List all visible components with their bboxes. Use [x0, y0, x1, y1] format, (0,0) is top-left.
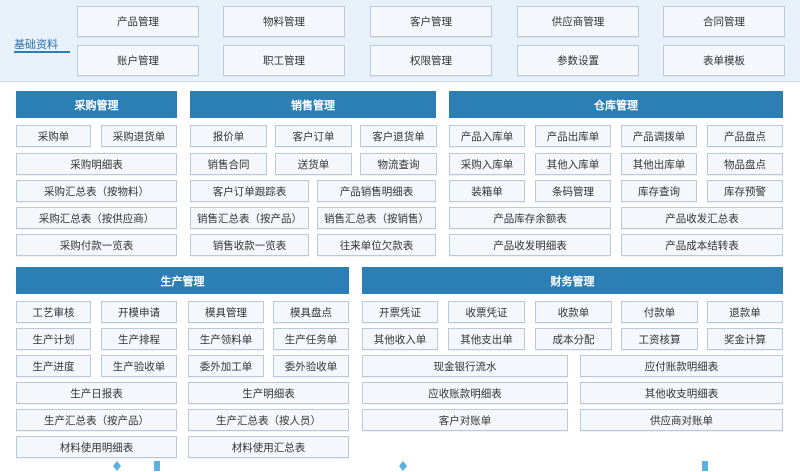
basic-permission-button[interactable]: 权限管理	[370, 45, 492, 76]
production-task-button[interactable]: 生产任务单	[273, 328, 349, 350]
basic-params-button[interactable]: 参数设置	[517, 45, 639, 76]
production-mold-request-button[interactable]: 开模申请	[101, 301, 177, 323]
finance-receivable-button[interactable]: 应收账款明细表	[362, 382, 568, 404]
warehouse-stock-query-button[interactable]: 库存查询	[621, 180, 697, 202]
purchase-summary-supplier-button[interactable]: 采购汇总表（按供应商）	[16, 207, 177, 229]
warehouse-product-in-button[interactable]: 产品入库单	[449, 125, 525, 147]
sales-customer-return-button[interactable]: 客户退货单	[360, 125, 437, 147]
purchase-payment-button[interactable]: 采购付款一览表	[16, 234, 177, 256]
warehouse-header: 仓库管理	[449, 91, 783, 118]
purchase-header: 采购管理	[16, 91, 177, 118]
warehouse-transfer-button[interactable]: 产品调拨单	[621, 125, 697, 147]
sales-quote-button[interactable]: 报价单	[190, 125, 267, 147]
production-material-detail-button[interactable]: 材料使用明细表	[16, 436, 177, 458]
warehouse-packing-button[interactable]: 装箱单	[449, 180, 525, 202]
warehouse-other-in-button[interactable]: 其他入库单	[535, 153, 611, 175]
production-schedule-button[interactable]: 生产排程	[101, 328, 177, 350]
production-daily-report-button[interactable]: 生产日报表	[16, 382, 177, 404]
warehouse-other-out-button[interactable]: 其他出库单	[621, 153, 697, 175]
sales-receipt-button[interactable]: 销售收款一览表	[190, 234, 309, 256]
sales-summary-sales-button[interactable]: 销售汇总表（按销售）	[317, 207, 436, 229]
finance-bonus-button[interactable]: 奖金计算	[707, 328, 783, 350]
finance-invoice-in-button[interactable]: 收票凭证	[448, 301, 525, 323]
finance-other-income-button[interactable]: 其他收入单	[362, 328, 438, 350]
basic-contract-button[interactable]: 合同管理	[663, 6, 785, 37]
production-detail-button[interactable]: 生产明细表	[188, 382, 349, 404]
basic-account-button[interactable]: 账户管理	[77, 45, 199, 76]
warehouse-io-detail-button[interactable]: 产品收发明细表	[449, 234, 611, 256]
basic-data-title: 基础资料	[14, 38, 58, 51]
warehouse-barcode-button[interactable]: 条码管理	[535, 180, 611, 202]
sales-summary-product-button[interactable]: 销售汇总表（按产品）	[190, 207, 309, 229]
production-mold-manage-button[interactable]: 模具管理	[188, 301, 264, 323]
finance-payable-button[interactable]: 应付账款明细表	[580, 355, 783, 377]
finance-payroll-button[interactable]: 工资核算	[621, 328, 698, 350]
warehouse-cost-transfer-button[interactable]: 产品成本结转表	[621, 234, 783, 256]
basic-material-button[interactable]: 物料管理	[223, 6, 345, 37]
basic-form-template-button[interactable]: 表单模板	[663, 45, 785, 76]
warehouse-io-summary-button[interactable]: 产品收发汇总表	[621, 207, 783, 229]
basic-data-underline	[14, 51, 70, 53]
sales-customer-order-button[interactable]: 客户订单	[275, 125, 352, 147]
warehouse-balance-button[interactable]: 产品库存余额表	[449, 207, 611, 229]
warehouse-purchase-in-button[interactable]: 采购入库单	[449, 153, 525, 175]
sales-order-tracking-button[interactable]: 客户订单跟踪表	[190, 180, 309, 202]
sales-product-detail-button[interactable]: 产品销售明细表	[317, 180, 436, 202]
production-acceptance-button[interactable]: 生产验收单	[101, 355, 177, 377]
production-outsource-accept-button[interactable]: 委外验收单	[273, 355, 349, 377]
purchase-detail-button[interactable]: 采购明细表	[16, 153, 177, 175]
sales-logistics-button[interactable]: 物流查询	[360, 153, 437, 175]
production-mold-count-button[interactable]: 模具盘点	[273, 301, 349, 323]
finance-supplier-statement-button[interactable]: 供应商对账单	[580, 409, 783, 431]
warehouse-product-count-button[interactable]: 产品盘点	[707, 125, 783, 147]
production-pick-button[interactable]: 生产领料单	[188, 328, 264, 350]
finance-cost-allocation-button[interactable]: 成本分配	[535, 328, 612, 350]
warehouse-stock-alert-button[interactable]: 库存预警	[707, 180, 783, 202]
diamond-marker-icon	[399, 461, 407, 471]
production-plan-button[interactable]: 生产计划	[16, 328, 91, 350]
purchase-return-button[interactable]: 采购退货单	[101, 125, 177, 147]
bar-marker-icon	[702, 461, 708, 471]
finance-other-io-button[interactable]: 其他收支明细表	[580, 382, 783, 404]
finance-receipt-button[interactable]: 收款单	[535, 301, 612, 323]
production-progress-button[interactable]: 生产进度	[16, 355, 91, 377]
purchase-order-button[interactable]: 采购单	[16, 125, 91, 147]
basic-customer-button[interactable]: 客户管理	[370, 6, 492, 37]
basic-supplier-button[interactable]: 供应商管理	[517, 6, 639, 37]
bar-marker-icon	[154, 461, 160, 471]
sales-debt-button[interactable]: 往来单位欠款表	[317, 234, 436, 256]
sales-contract-button[interactable]: 销售合同	[190, 153, 267, 175]
finance-payment-button[interactable]: 付款单	[621, 301, 698, 323]
production-summary-product-button[interactable]: 生产汇总表（按产品）	[16, 409, 177, 431]
production-material-summary-button[interactable]: 材料使用汇总表	[188, 436, 349, 458]
sales-header: 销售管理	[190, 91, 436, 118]
production-header: 生产管理	[16, 267, 349, 294]
warehouse-item-count-button[interactable]: 物品盘点	[707, 153, 783, 175]
purchase-summary-material-button[interactable]: 采购汇总表（按物料）	[16, 180, 177, 202]
finance-header: 财务管理	[362, 267, 783, 294]
finance-refund-button[interactable]: 退款单	[707, 301, 783, 323]
basic-staff-button[interactable]: 职工管理	[223, 45, 345, 76]
sales-delivery-button[interactable]: 送货单	[275, 153, 352, 175]
diamond-marker-icon	[113, 461, 121, 471]
basic-product-button[interactable]: 产品管理	[77, 6, 199, 37]
production-summary-staff-button[interactable]: 生产汇总表（按人员）	[188, 409, 349, 431]
finance-cash-bank-button[interactable]: 现金银行流水	[362, 355, 568, 377]
warehouse-product-out-button[interactable]: 产品出库单	[535, 125, 611, 147]
finance-invoice-out-button[interactable]: 开票凭证	[362, 301, 438, 323]
production-process-audit-button[interactable]: 工艺审核	[16, 301, 91, 323]
finance-customer-statement-button[interactable]: 客户对账单	[362, 409, 568, 431]
production-outsource-button[interactable]: 委外加工单	[188, 355, 264, 377]
finance-other-expense-button[interactable]: 其他支出单	[448, 328, 525, 350]
